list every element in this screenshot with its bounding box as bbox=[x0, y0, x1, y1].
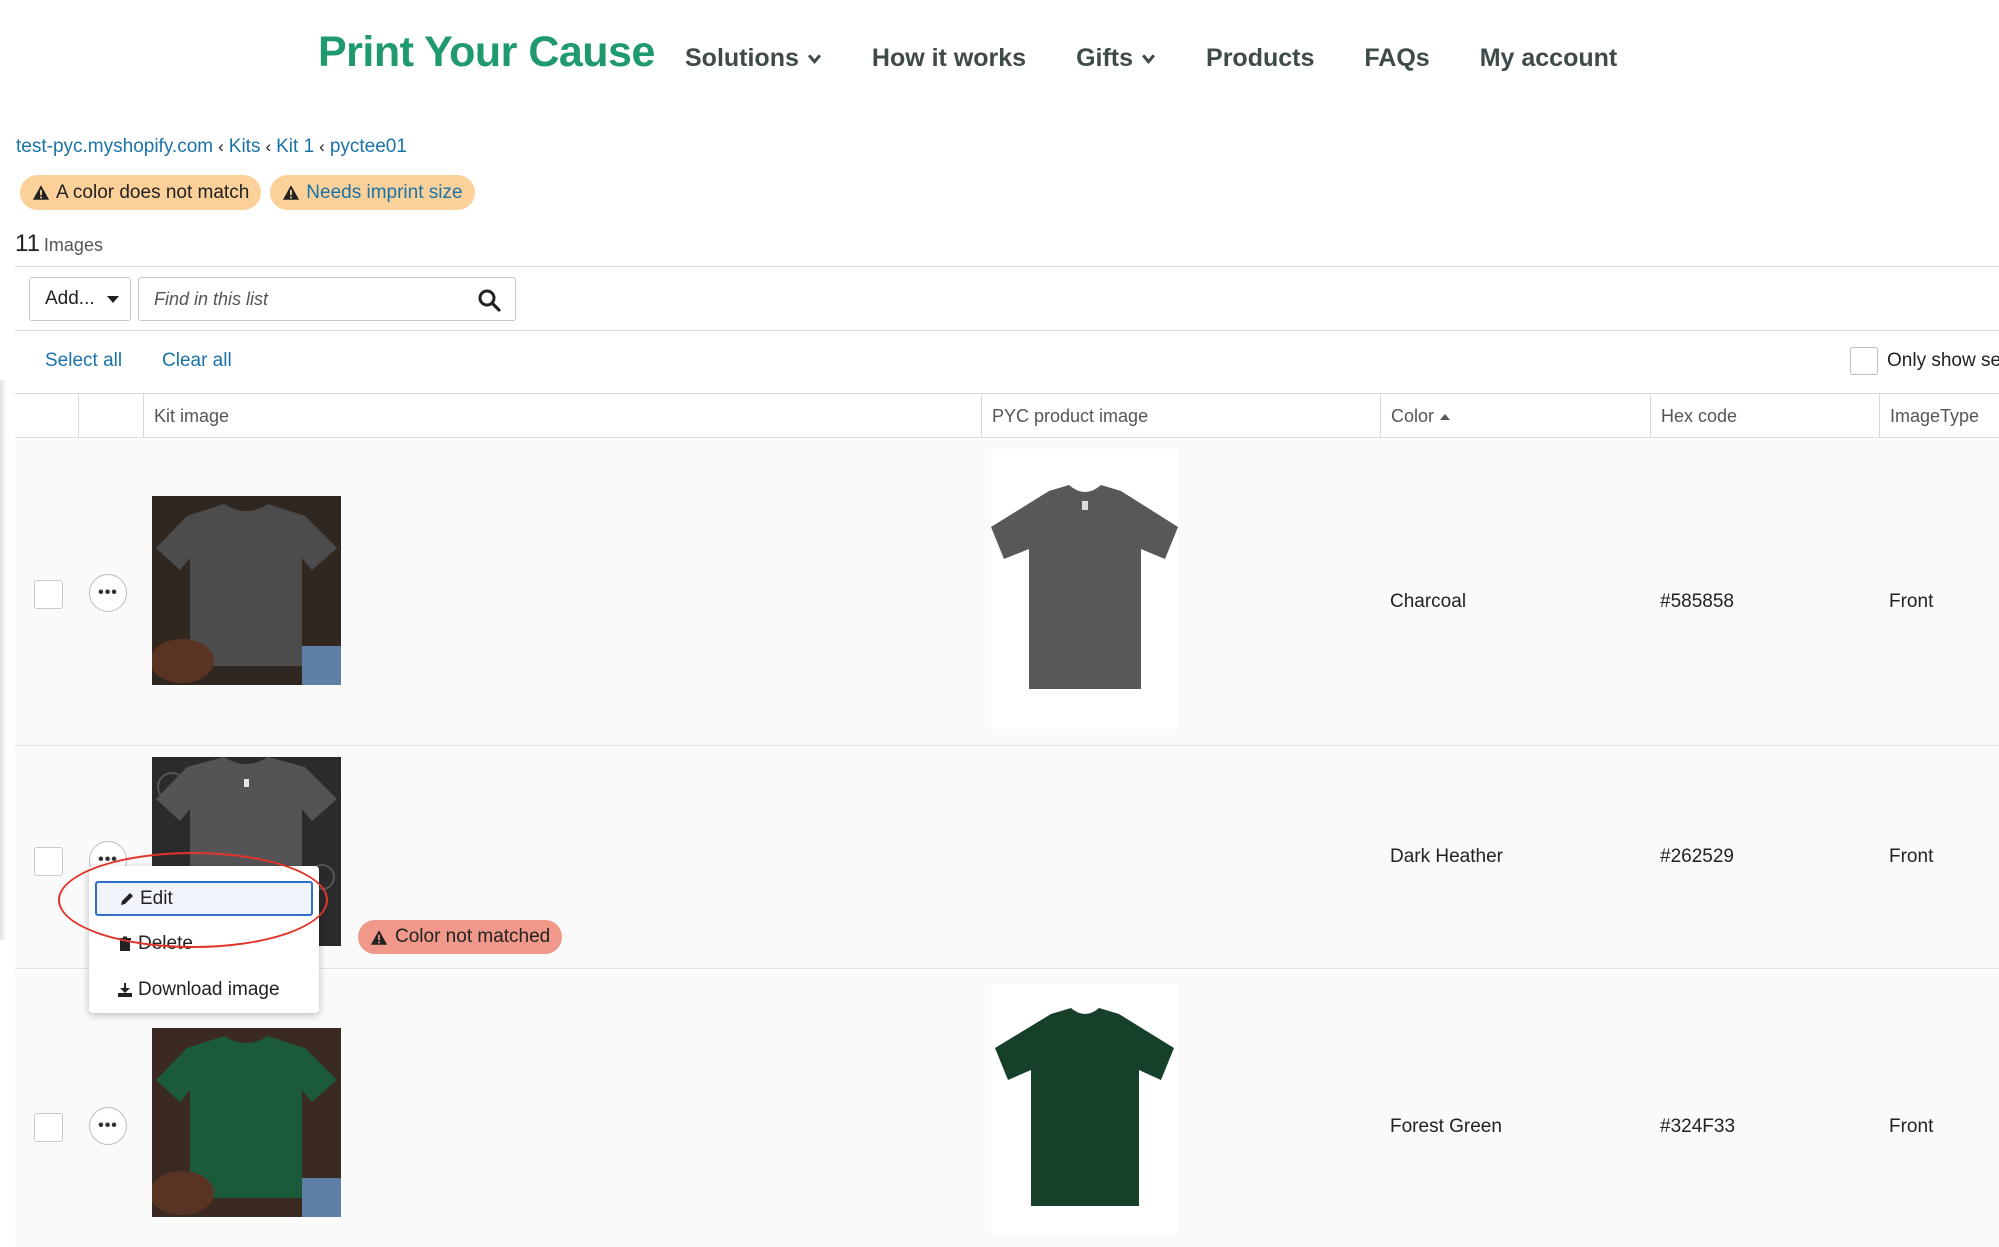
image-count-number: 11 bbox=[15, 230, 40, 257]
breadcrumb: test-pyc.myshopify.com ‹ Kits ‹ Kit 1 ‹ … bbox=[16, 136, 407, 158]
search-icon[interactable] bbox=[477, 288, 501, 312]
nav-my-account-label: My account bbox=[1479, 44, 1618, 72]
add-button-label: Add... bbox=[45, 288, 95, 309]
sort-ascending-icon bbox=[1440, 414, 1451, 421]
menu-item-download[interactable]: Download image bbox=[95, 972, 313, 1007]
brand-logo[interactable]: Print Your Cause bbox=[318, 28, 655, 77]
more-options-button[interactable]: ••• bbox=[89, 574, 127, 612]
pyc-product-image bbox=[991, 984, 1178, 1234]
image-type-cell: Front bbox=[1889, 591, 1934, 612]
download-icon bbox=[118, 982, 132, 997]
column-pyc-image[interactable]: PYC product image bbox=[981, 394, 1148, 438]
chevron-left-icon: ‹ bbox=[265, 137, 272, 156]
row-actions-menu: Edit Delete Download image bbox=[89, 866, 319, 1013]
nav-my-account[interactable]: My account bbox=[1480, 44, 1618, 73]
badge-needs-imprint[interactable]: Needs imprint size bbox=[270, 175, 475, 210]
image-count-label: Images bbox=[43, 235, 103, 255]
search-box bbox=[138, 277, 516, 321]
nav-solutions[interactable]: Solutions bbox=[685, 44, 822, 73]
warning-icon bbox=[283, 185, 300, 200]
badge-color-mismatch-label: A color does not match bbox=[56, 181, 250, 203]
nav-faqs[interactable]: FAQs bbox=[1364, 44, 1429, 73]
hex-cell: #585858 bbox=[1660, 591, 1734, 612]
select-all-link[interactable]: Select all bbox=[45, 350, 122, 372]
pyc-product-image bbox=[991, 449, 1178, 729]
kit-image-thumbnail bbox=[152, 1028, 341, 1217]
breadcrumb-kit[interactable]: Kit 1 bbox=[276, 136, 314, 158]
divider bbox=[15, 330, 1999, 331]
nav-gifts[interactable]: Gifts bbox=[1076, 44, 1156, 73]
nav-faqs-label: FAQs bbox=[1364, 44, 1430, 72]
only-show-checkbox[interactable] bbox=[1850, 347, 1878, 375]
more-options-button[interactable]: ••• bbox=[89, 1107, 127, 1145]
kit-image-thumbnail bbox=[152, 496, 341, 685]
column-color[interactable]: Color bbox=[1380, 394, 1451, 438]
image-count: 11 Images bbox=[15, 230, 103, 258]
menu-item-delete[interactable]: Delete bbox=[95, 926, 313, 961]
nav-how-it-works-label: How it works bbox=[871, 44, 1027, 72]
hex-cell: #324F33 bbox=[1660, 1116, 1736, 1137]
column-image-type[interactable]: ImageType bbox=[1879, 394, 1979, 438]
nav-how-it-works[interactable]: How it works bbox=[872, 44, 1026, 73]
breadcrumb-product[interactable]: pyctee01 bbox=[330, 136, 407, 158]
menu-item-delete-label: Delete bbox=[138, 932, 193, 954]
row-checkbox[interactable] bbox=[34, 1113, 63, 1142]
nav-solutions-label: Solutions bbox=[685, 44, 799, 72]
column-kit-image[interactable]: Kit image bbox=[143, 394, 229, 438]
badge-color-mismatch[interactable]: A color does not match bbox=[20, 175, 262, 210]
table-row: ••• Charcoal #585858 Front bbox=[15, 439, 1999, 746]
left-edge-shadow bbox=[0, 380, 7, 940]
nav-gifts-label: Gifts bbox=[1076, 44, 1134, 72]
badge-needs-imprint-label: Needs imprint size bbox=[306, 181, 463, 203]
menu-item-edit[interactable]: Edit bbox=[95, 881, 313, 916]
chevron-left-icon: ‹ bbox=[319, 137, 325, 156]
warning-icon bbox=[370, 929, 388, 945]
warning-icon bbox=[32, 185, 50, 200]
column-color-label: Color bbox=[1391, 406, 1435, 426]
menu-item-download-label: Download image bbox=[138, 978, 280, 1000]
breadcrumb-store[interactable]: test-pyc.myshopify.com bbox=[16, 136, 213, 158]
image-type-cell: Front bbox=[1889, 846, 1934, 867]
menu-item-edit-label: Edit bbox=[140, 887, 173, 909]
divider bbox=[15, 266, 1999, 267]
color-cell: Forest Green bbox=[1390, 1116, 1502, 1137]
breadcrumb-kits[interactable]: Kits bbox=[229, 136, 261, 158]
row-checkbox[interactable] bbox=[34, 847, 63, 876]
status-badges: A color does not match Needs imprint siz… bbox=[20, 175, 484, 210]
chevron-down-icon bbox=[1142, 54, 1156, 65]
color-cell: Dark Heather bbox=[1390, 846, 1503, 867]
table-header: Kit image PYC product image Color Hex co… bbox=[15, 393, 1999, 438]
search-input[interactable] bbox=[139, 278, 439, 320]
nav-products-label: Products bbox=[1206, 44, 1315, 72]
only-show-label: Only show se bbox=[1887, 350, 1999, 371]
main-nav: Solutions How it works Gifts Products FA… bbox=[685, 44, 1667, 73]
column-divider bbox=[78, 394, 79, 438]
caret-down-icon bbox=[106, 295, 119, 303]
row-checkbox[interactable] bbox=[34, 580, 63, 609]
chevron-left-icon: ‹ bbox=[218, 137, 224, 156]
add-button[interactable]: Add... bbox=[29, 277, 131, 321]
color-not-matched-badge: Color not matched bbox=[358, 920, 563, 954]
clear-all-link[interactable]: Clear all bbox=[162, 350, 232, 372]
chevron-down-icon bbox=[807, 54, 821, 65]
nav-products[interactable]: Products bbox=[1206, 44, 1314, 73]
column-hex-code[interactable]: Hex code bbox=[1650, 394, 1737, 438]
color-not-matched-label: Color not matched bbox=[395, 926, 551, 947]
hex-cell: #262529 bbox=[1660, 846, 1734, 867]
only-show-selected[interactable]: Only show se bbox=[1850, 347, 1999, 375]
trash-icon bbox=[119, 936, 131, 951]
image-type-cell: Front bbox=[1889, 1116, 1934, 1137]
color-cell: Charcoal bbox=[1390, 591, 1467, 612]
pencil-icon bbox=[121, 892, 133, 905]
